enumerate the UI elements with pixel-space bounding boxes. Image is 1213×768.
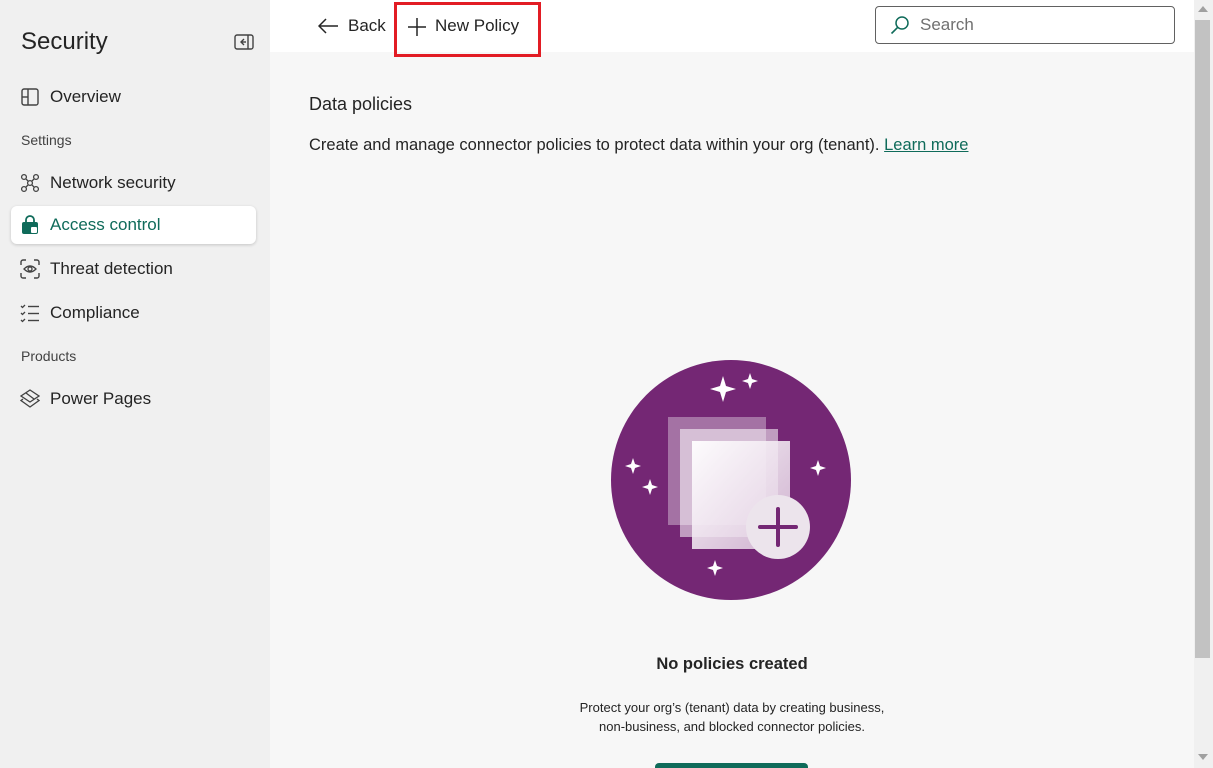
sidebar-item-label: Compliance [50, 303, 140, 322]
sidebar-item-threat-detection[interactable]: Threat detection [11, 250, 256, 288]
sidebar-item-label: Threat detection [50, 259, 173, 278]
sidebar-title: Security [21, 28, 108, 55]
section-label-products: Products [21, 348, 77, 364]
lock-bag-icon [20, 215, 40, 235]
back-button[interactable]: Back [318, 12, 386, 40]
collapse-sidebar-icon[interactable] [233, 31, 255, 53]
page-description: Create and manage connector policies to … [309, 136, 968, 155]
overview-icon [20, 87, 40, 107]
search-box[interactable] [875, 6, 1175, 44]
sidebar-item-access-control[interactable]: Access control [11, 206, 256, 244]
sidebar-item-label: Power Pages [50, 389, 152, 408]
sidebar-item-overview[interactable]: Overview [11, 78, 256, 116]
sidebar-item-network-security[interactable]: Network security [11, 164, 256, 202]
sidebar-header: Security [21, 27, 255, 57]
section-label-settings: Settings [21, 132, 72, 148]
back-label: Back [348, 16, 386, 35]
create-policy-button[interactable] [655, 763, 808, 768]
checklist-icon [20, 303, 40, 323]
main-content: Data policies Create and manage connecto… [270, 52, 1194, 768]
arrow-left-icon [318, 18, 338, 34]
new-policy-label: New Policy [435, 16, 520, 35]
empty-state-title: No policies created [656, 655, 808, 673]
network-icon [20, 173, 40, 193]
sidebar-item-compliance[interactable]: Compliance [11, 294, 256, 332]
sidebar-item-label: Network security [50, 173, 176, 192]
search-input[interactable] [920, 15, 1160, 35]
description-text: Create and manage connector policies to … [309, 136, 880, 154]
learn-more-link[interactable]: Learn more [884, 136, 968, 154]
scroll-up-arrow-icon[interactable] [1198, 6, 1208, 12]
search-icon [890, 16, 909, 35]
plus-icon [408, 18, 426, 36]
new-policy-button[interactable]: New Policy [394, 2, 541, 57]
scrollbar-thumb[interactable] [1195, 20, 1210, 658]
vertical-scrollbar[interactable] [1194, 0, 1213, 768]
command-bar: Back New Policy [270, 0, 1194, 57]
empty-state-illustration [611, 360, 851, 600]
empty-desc-line-1: Protect your org’s (tenant) data by crea… [579, 700, 885, 715]
empty-desc-line-2: non-business, and blocked connector poli… [599, 719, 865, 734]
scroll-down-arrow-icon[interactable] [1198, 754, 1208, 760]
sidebar-item-label: Access control [50, 215, 161, 234]
sidebar-item-power-pages[interactable]: Power Pages [11, 380, 256, 418]
page-title: Data policies [309, 94, 413, 114]
empty-state-description: Protect your org’s (tenant) data by crea… [270, 698, 1194, 736]
power-pages-icon [20, 389, 40, 409]
sidebar: Security Overview Settings Network secur… [0, 0, 270, 768]
scan-eye-icon [20, 259, 40, 279]
sidebar-item-label: Overview [50, 87, 121, 106]
